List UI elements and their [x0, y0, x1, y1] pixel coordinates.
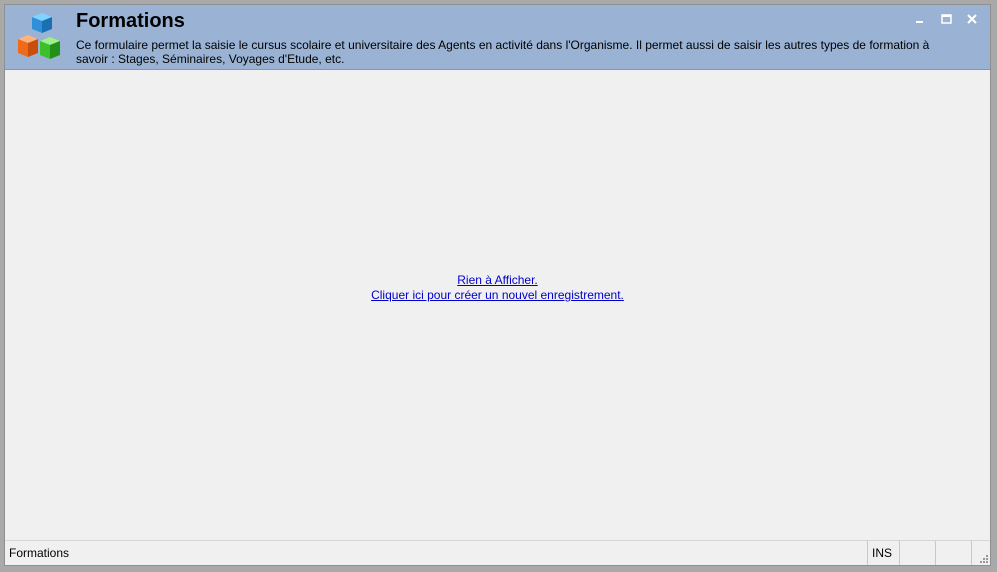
window-controls: [910, 11, 982, 27]
window-title: Formations: [76, 10, 185, 32]
status-cell-empty: [899, 541, 935, 565]
content-area: Rien à Afficher. Cliquer ici pour créer …: [5, 70, 990, 541]
resize-grip-icon[interactable]: [978, 553, 988, 563]
create-record-link[interactable]: Cliquer ici pour créer un nouvel enregis…: [5, 288, 990, 303]
minimize-button[interactable]: [910, 11, 930, 27]
empty-message: Rien à Afficher. Cliquer ici pour créer …: [5, 273, 990, 303]
status-text: Formations: [9, 546, 70, 560]
window-description: Ce formulaire permet la saisie le cursus…: [76, 38, 930, 66]
status-cell-empty: [935, 541, 971, 565]
nothing-to-display-link[interactable]: Rien à Afficher.: [5, 273, 990, 288]
minimize-icon: [916, 21, 923, 23]
window-header: Formations Ce formulaire permet la saisi…: [5, 5, 990, 70]
cubes-icon: [18, 13, 60, 59]
close-button[interactable]: [962, 11, 982, 27]
status-cells: INS: [867, 541, 990, 565]
close-icon: [967, 14, 977, 24]
status-bar: Formations INS: [5, 540, 990, 565]
formations-window: Formations Ce formulaire permet la saisi…: [4, 4, 991, 566]
ins-indicator: INS: [867, 541, 899, 565]
maximize-button[interactable]: [936, 11, 956, 27]
maximize-icon: [940, 14, 952, 24]
